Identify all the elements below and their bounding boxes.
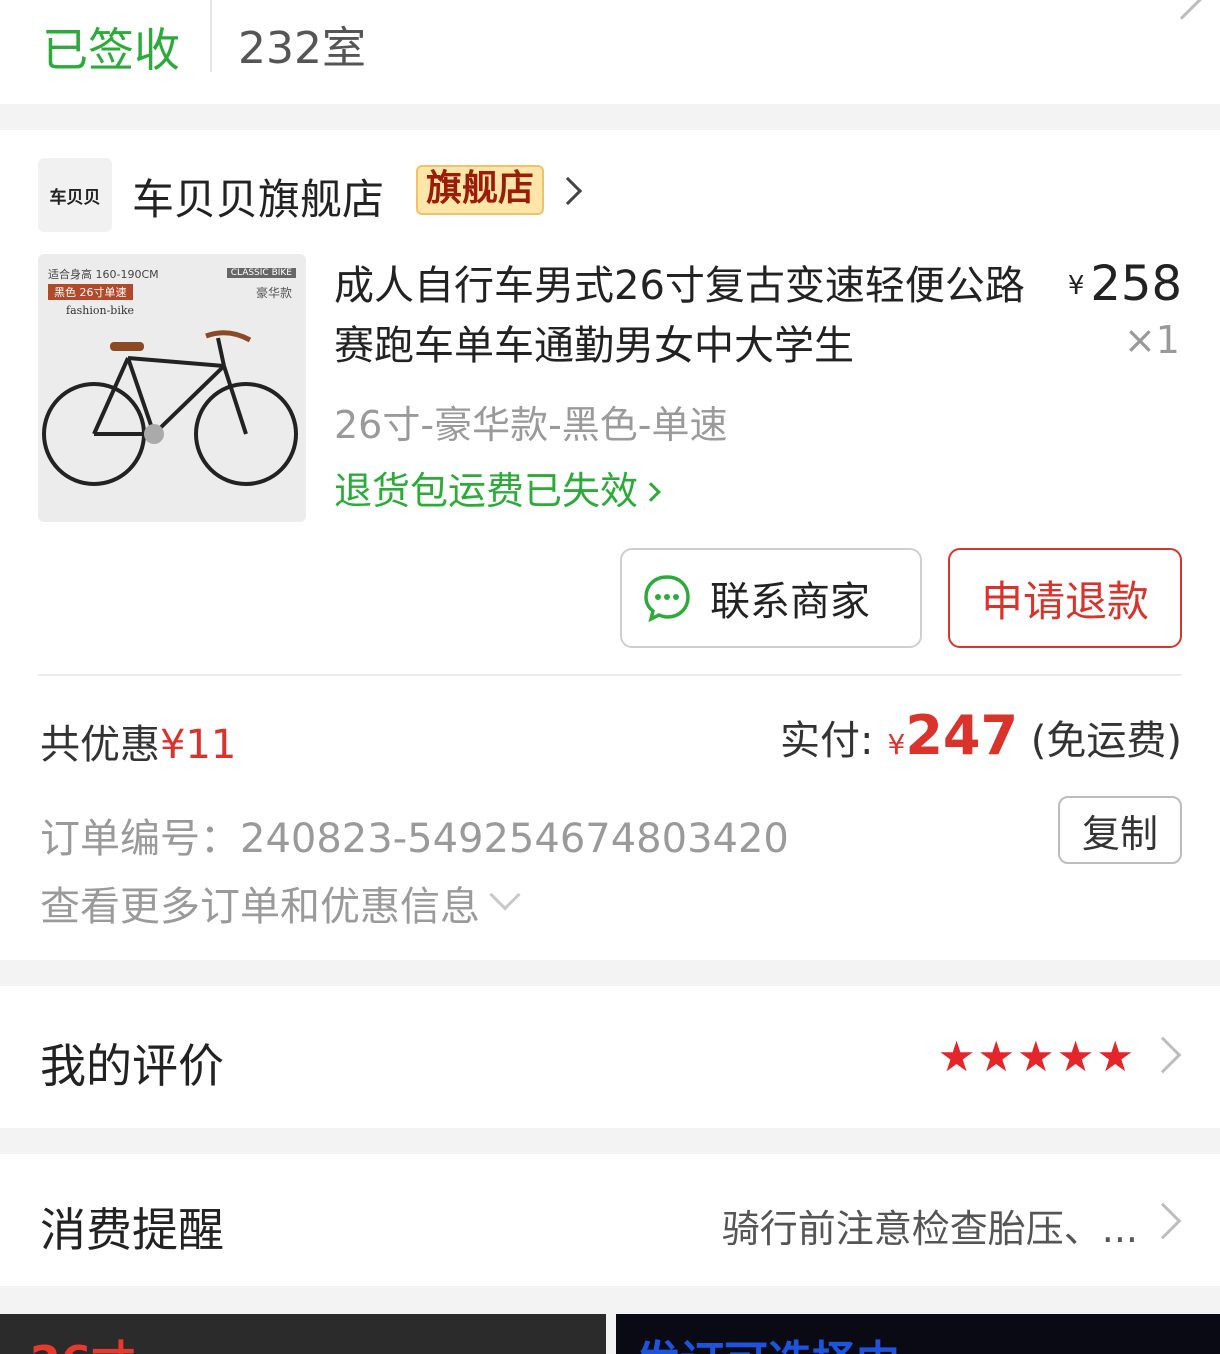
recommendation-card[interactable]: 26寸 <box>0 1314 606 1354</box>
product-sku: 26寸-豪华款-黑色-单速 <box>334 403 728 447</box>
return-shipping-note[interactable]: 退货包运费已失效 <box>334 460 661 515</box>
image-series: CLASSIC BIKE <box>226 268 296 278</box>
discount-amount: ¥11 <box>160 722 237 768</box>
delivery-card[interactable]: 已签收 232室 <box>0 0 1220 104</box>
paid-currency: ¥ <box>887 728 906 761</box>
image-edition: 豪华款 <box>255 286 292 300</box>
consumption-reminder-row[interactable]: 消费提醒 骑行前注意检查胎压、... <box>0 1154 1220 1286</box>
product-image[interactable]: 适合身高 160-190CM 黑色 26寸单速 fashion-bike CLA… <box>38 254 306 522</box>
review-label: 我的评价 <box>40 1039 224 1093</box>
image-color-size: 黑色 26寸单速 <box>48 284 133 300</box>
recommendation-text: 26寸 <box>30 1326 135 1354</box>
star-icon: ★ <box>1017 1032 1057 1081</box>
discount-summary: 共优惠¥11 <box>40 712 236 770</box>
star-icon: ★ <box>1096 1032 1136 1081</box>
return-note-label: 退货包运费已失效 <box>334 469 639 513</box>
order-number: 订单编号：240823-549254674803420 <box>40 816 789 862</box>
recommendation-text: 发订可选择中 <box>636 1326 900 1354</box>
order-detail-page: 已签收 232室 车贝贝 车贝贝旗舰店 旗舰店 适合身高 160-190CM 黑… <box>0 0 1220 1354</box>
store-badge: 旗舰店 <box>416 165 545 215</box>
delivery-address: 232室 <box>238 23 366 74</box>
image-height-range: 适合身高 160-190CM <box>48 268 159 281</box>
chevron-right-icon[interactable] <box>553 176 583 206</box>
store-name[interactable]: 车贝贝旗舰店 <box>132 166 384 227</box>
divider <box>38 674 1182 676</box>
chat-icon <box>644 575 690 623</box>
paid-label: 实付: <box>780 718 874 764</box>
discount-label: 共优惠 <box>40 722 160 768</box>
more-info-label: 查看更多订单和优惠信息 <box>40 884 480 930</box>
product-title[interactable]: 成人自行车男式26寸复古变速轻便公路赛跑车单车通勤男女中大学生 <box>334 256 1034 376</box>
star-icon: ★ <box>977 1032 1018 1081</box>
chevron-right-icon <box>1144 1202 1182 1240</box>
chevron-right-icon <box>641 482 661 502</box>
copy-button[interactable]: 复制 <box>1058 796 1182 864</box>
my-review-row[interactable]: 我的评价 ★★★★★ <box>0 986 1220 1128</box>
paid-summary: 实付: ¥247 (免运费) <box>780 704 1182 767</box>
contact-seller-button[interactable]: 联系商家 <box>620 548 922 648</box>
product-quantity: ×1 <box>1123 318 1180 362</box>
bicycle-icon <box>42 330 298 486</box>
paid-amount: 247 <box>905 704 1019 767</box>
chevron-right-icon <box>1144 1036 1182 1074</box>
delivery-status: 已签收 <box>42 23 180 77</box>
star-icon: ★ <box>937 1032 978 1081</box>
currency-symbol: ¥ <box>1067 271 1085 301</box>
contact-label: 联系商家 <box>710 579 870 625</box>
divider <box>210 0 212 72</box>
shipping-note: (免运费) <box>1030 718 1182 764</box>
reminder-value: 骑行前注意检查胎压、... <box>721 1207 1138 1251</box>
recommendation-card[interactable]: 发订可选择中 <box>616 1314 1220 1354</box>
reminder-label: 消费提醒 <box>40 1203 224 1257</box>
product-price: ¥258 <box>1068 256 1182 312</box>
store-logo[interactable]: 车贝贝 <box>38 158 112 232</box>
rating-stars: ★★★★★ <box>938 1032 1136 1081</box>
star-icon: ★ <box>1056 1032 1097 1081</box>
more-order-info[interactable]: 查看更多订单和优惠信息 <box>40 874 521 932</box>
price-value: 258 <box>1090 256 1182 312</box>
chevron-down-icon <box>489 879 521 911</box>
refund-button[interactable]: 申请退款 <box>948 548 1182 648</box>
chevron-right-icon <box>1162 0 1202 20</box>
order-card: 车贝贝 车贝贝旗舰店 旗舰店 适合身高 160-190CM 黑色 26寸单速 f… <box>0 130 1220 960</box>
